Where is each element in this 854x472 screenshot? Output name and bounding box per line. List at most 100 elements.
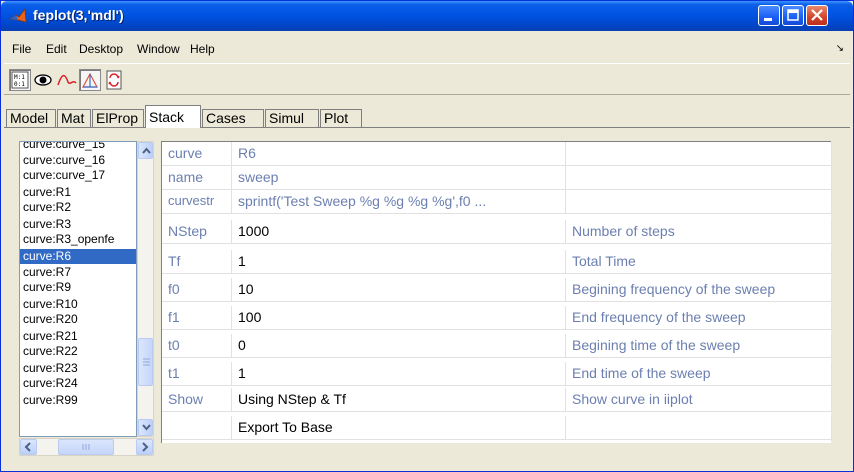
scroll-thumb[interactable] [138,338,153,386]
stack-list[interactable]: curve:curve_15 curve:curve_16 curve:curv… [19,141,137,437]
list-vertical-scrollbar[interactable] [137,141,154,437]
tab-model[interactable]: Model [6,109,56,127]
matlab-icon [9,8,27,23]
model-properties-button[interactable]: M:1 0:1 [9,69,31,91]
property-table: curve R6 name sweep curvestr sprintf('Te… [161,141,832,443]
horizontal-scroll-thumb[interactable] [58,439,114,455]
list-item[interactable]: curve:curve_15 [20,142,136,151]
property-value[interactable]: R6 [232,142,566,166]
property-value[interactable]: 1000 [232,220,566,244]
property-name: f0 [162,278,232,302]
list-item[interactable]: curve:R9 [20,280,136,294]
tab-plot[interactable]: Plot [320,109,362,127]
tab-cases[interactable]: Cases [202,109,264,127]
chevron-left-icon [24,442,31,452]
property-description [566,190,832,214]
property-name: f1 [162,306,232,330]
view-button[interactable] [32,69,54,91]
property-value[interactable]: sweep [232,166,566,190]
list-item[interactable]: curve:R7 [20,265,136,279]
property-name [162,416,232,440]
property-value[interactable]: 1 [232,362,566,386]
menu-file[interactable]: File [12,42,31,56]
scroll-right-button[interactable] [136,439,153,455]
toolbar: M:1 0:1 [4,63,850,95]
property-value[interactable]: 100 [232,306,566,330]
list-item[interactable]: curve:R3 [20,217,136,231]
list-item[interactable]: curve:R1 [20,185,136,199]
list-item-selected[interactable]: curve:R6 [20,249,136,264]
curve-icon [57,74,77,86]
eye-icon [34,74,52,86]
property-row: curvestr sprintf('Test Sweep %g %g %g %g… [162,190,832,214]
maximize-icon [787,9,799,21]
list-item[interactable]: curve:curve_17 [20,168,136,182]
property-row: t1 1 End time of the sweep [162,362,832,386]
property-name: curve [162,142,232,166]
tab-mat[interactable]: Mat [57,109,91,127]
list-item[interactable]: curve:R3_openfe [20,232,136,246]
scroll-up-button[interactable] [138,142,153,159]
close-button[interactable] [806,5,828,26]
property-value[interactable]: sprintf('Test Sweep %g %g %g %g',f0 ... [232,190,566,214]
property-description: Show curve in iiplot [566,388,832,412]
title-bar[interactable]: feplot(3,'mdl') [1,1,853,31]
scroll-left-button[interactable] [20,439,37,455]
list-item[interactable]: curve:R2 [20,200,136,214]
property-description [566,142,832,166]
list-item[interactable]: curve:R24 [20,376,136,390]
property-value[interactable]: 1 [232,250,566,274]
property-row: t0 0 Begining time of the sweep [162,334,832,358]
property-value[interactable]: 0 [232,334,566,358]
list-item[interactable]: curve:R10 [20,297,136,311]
model-icon: M:1 0:1 [11,71,29,89]
show-option-value[interactable]: Using NStep & Tf [232,388,566,412]
tab-divider [4,127,850,128]
tab-simul[interactable]: Simul [265,109,319,127]
scroll-down-button[interactable] [138,419,153,436]
list-horizontal-scrollbar[interactable] [19,438,154,456]
chevron-up-icon [142,147,151,154]
property-name: curvestr [162,190,232,214]
curve-button[interactable] [56,69,78,91]
property-value[interactable]: 10 [232,278,566,302]
minimize-button[interactable] [758,5,780,26]
chevron-right-icon [142,442,149,452]
list-item[interactable]: curve:R20 [20,312,136,326]
tab-strip: Model Mat ElProp Stack Cases Simul Plot [4,105,850,129]
refresh-icon [106,70,122,90]
property-row: f0 10 Begining frequency of the sweep [162,278,832,302]
property-name: t1 [162,362,232,386]
tab-elprop[interactable]: ElProp [92,109,144,127]
axes-button[interactable] [79,69,101,91]
list-item[interactable]: curve:R23 [20,361,136,375]
list-item[interactable]: curve:R21 [20,329,136,343]
property-name: NStep [162,220,232,244]
property-row: name sweep [162,166,832,190]
property-row: f1 100 End frequency of the sweep [162,306,832,330]
list-item[interactable]: curve:R22 [20,344,136,358]
property-row: Export To Base [162,416,832,440]
grip-icon [143,358,150,366]
property-description: End time of the sweep [566,362,832,386]
property-row: Show Using NStep & Tf Show curve in iipl… [162,388,832,412]
minimize-icon [764,18,772,21]
property-row: curve R6 [162,142,832,166]
property-row: NStep 1000 Number of steps [162,220,832,244]
menu-overflow-arrow-icon[interactable]: ↘ [836,43,844,54]
menu-window[interactable]: Window [137,42,180,56]
menu-desktop[interactable]: Desktop [79,42,123,56]
list-item[interactable]: curve:curve_16 [20,153,136,167]
property-row: Tf 1 Total Time [162,250,832,274]
axes-icon [81,72,99,88]
list-item[interactable]: curve:R99 [20,393,136,407]
svg-text:M:1: M:1 [14,74,25,81]
property-description: Begining time of the sweep [566,334,832,358]
menu-help[interactable]: Help [190,42,215,56]
tab-stack[interactable]: Stack [145,105,201,128]
menu-edit[interactable]: Edit [46,42,67,56]
window-title: feplot(3,'mdl') [33,7,124,23]
export-to-base-button[interactable]: Export To Base [232,416,566,440]
maximize-button[interactable] [782,5,804,26]
refresh-button[interactable] [103,69,125,91]
